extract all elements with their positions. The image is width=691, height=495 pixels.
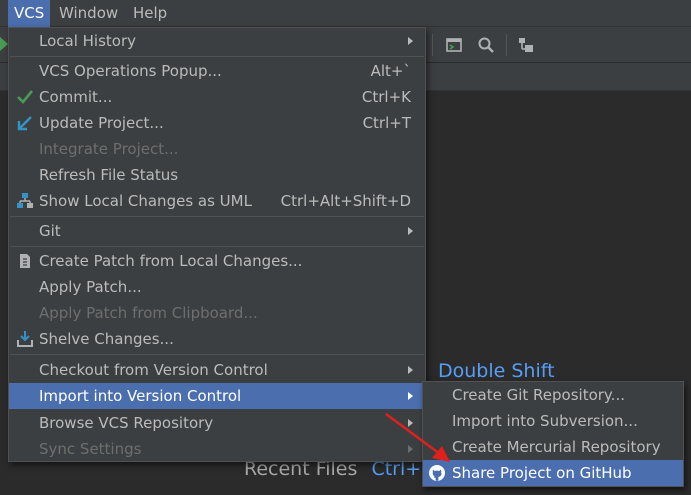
menu-item-integrate-project: Integrate Project... [9, 136, 425, 162]
menu-separator [10, 354, 424, 355]
menu-item-import-into-vcs[interactable]: Import into Version Control [9, 383, 425, 409]
menu-item-vcs-operations-popup[interactable]: VCS Operations Popup... Alt+` [9, 58, 425, 84]
menu-item-label: Checkout from Version Control [39, 361, 268, 379]
menu-item-apply-patch-clipboard: Apply Patch from Clipboard... [9, 300, 425, 326]
vcs-menu: Local History VCS Operations Popup... Al… [8, 27, 426, 462]
menu-help[interactable]: Help [127, 0, 173, 27]
toolbar-separator [432, 34, 433, 56]
menu-item-label: Browse VCS Repository [39, 414, 214, 432]
toolbar-separator [506, 34, 507, 56]
menu-separator [10, 246, 424, 247]
menu-item-shortcut: Ctrl+Alt+Shift+D [280, 192, 411, 210]
menu-separator [10, 216, 424, 217]
menu-vcs[interactable]: VCS [8, 0, 51, 27]
menu-item-sync-settings: Sync Settings [9, 436, 425, 462]
checkmark-icon [17, 90, 34, 104]
submenu-item-label: Create Git Repository... [452, 386, 625, 404]
submenu-item-label: Create Mercurial Repository [452, 438, 661, 456]
submenu-item-share-on-github[interactable]: Share Project on GitHub [423, 460, 683, 486]
menu-item-label: Refresh File Status [39, 166, 179, 184]
menu-item-show-local-changes-uml[interactable]: Show Local Changes as UML Ctrl+Alt+Shift… [9, 188, 425, 214]
menu-separator [10, 56, 424, 57]
menu-item-label: Show Local Changes as UML [39, 192, 252, 210]
patch-icon [20, 254, 30, 268]
import-submenu: Create Git Repository... Import into Sub… [422, 381, 684, 487]
menu-item-label: Import into Version Control [39, 387, 242, 405]
update-arrow-icon [17, 116, 32, 131]
menu-item-browse-vcs-repository[interactable]: Browse VCS Repository [9, 410, 425, 436]
menu-item-label: Sync Settings [39, 440, 142, 458]
menu-item-label: Integrate Project... [39, 140, 179, 158]
menu-item-apply-patch[interactable]: Apply Patch... [9, 274, 425, 300]
submenu-item-label: Share Project on GitHub [452, 464, 632, 482]
menu-item-checkout-vcs[interactable]: Checkout from Version Control [9, 357, 425, 383]
submenu-item-create-mercurial-repository[interactable]: Create Mercurial Repository [423, 434, 683, 460]
menu-item-git[interactable]: Git [9, 218, 425, 244]
submenu-arrow-icon [408, 227, 413, 235]
menu-item-commit[interactable]: Commit... Ctrl+K [9, 84, 425, 110]
menu-item-refresh-file-status[interactable]: Refresh File Status [9, 162, 425, 188]
menu-item-label: Git [39, 222, 61, 240]
menu-item-shortcut: Alt+` [370, 62, 411, 80]
menu-item-shelve-changes[interactable]: Shelve Changes... [9, 326, 425, 352]
menu-item-update-project[interactable]: Update Project... Ctrl+T [9, 110, 425, 136]
submenu-item-label: Import into Subversion... [452, 412, 638, 430]
menu-item-label: Shelve Changes... [39, 330, 174, 348]
hint-search-everywhere: Double Shift [438, 360, 555, 382]
annotation-arrow-icon [385, 413, 450, 462]
submenu-arrow-icon [408, 37, 413, 45]
menu-item-label: Local History [39, 32, 137, 50]
vcs-structure-icon[interactable] [517, 36, 535, 54]
menu-window[interactable]: Window [53, 0, 124, 27]
menu-item-shortcut: Ctrl+K [361, 88, 411, 106]
submenu-arrow-icon [408, 392, 413, 400]
menu-item-label: Update Project... [39, 114, 164, 132]
menu-item-create-patch[interactable]: Create Patch from Local Changes... [9, 248, 425, 274]
menu-item-local-history[interactable]: Local History [9, 28, 425, 54]
submenu-item-create-git-repository[interactable]: Create Git Repository... [423, 382, 683, 408]
menu-item-shortcut: Ctrl+T [362, 114, 411, 132]
menu-item-label: Create Patch from Local Changes... [39, 252, 303, 270]
submenu-arrow-icon [408, 366, 413, 374]
uml-icon [17, 193, 33, 208]
hint-key: Double Shift [438, 360, 555, 382]
console-icon[interactable] [445, 36, 463, 54]
menu-bar: VCS Window Help [0, 0, 691, 27]
run-icon[interactable] [0, 37, 8, 51]
menu-item-label: VCS Operations Popup... [39, 62, 222, 80]
shelve-icon [17, 331, 33, 347]
search-icon[interactable] [477, 36, 495, 54]
menu-item-label: Apply Patch from Clipboard... [39, 304, 258, 322]
submenu-item-import-subversion[interactable]: Import into Subversion... [423, 408, 683, 434]
menu-item-label: Apply Patch... [39, 278, 142, 296]
menu-item-label: Commit... [39, 88, 113, 106]
